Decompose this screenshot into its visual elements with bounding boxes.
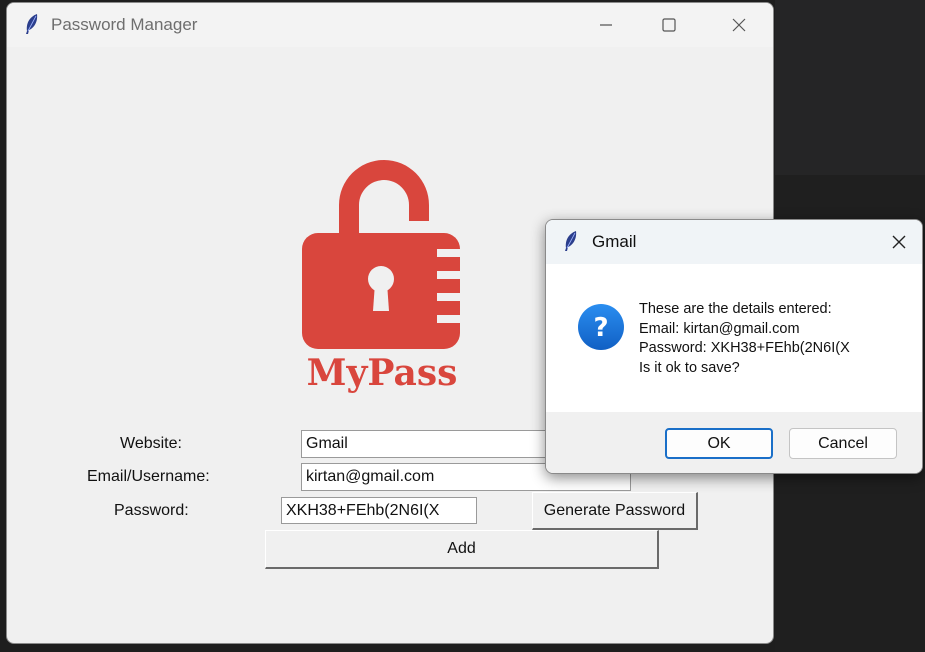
message-line: Email: kirtan@gmail.com bbox=[639, 320, 800, 337]
mypass-logo: MyPass bbox=[302, 160, 460, 393]
minimize-icon bbox=[600, 24, 612, 26]
website-label: Website: bbox=[120, 435, 182, 452]
background-editor-panel bbox=[775, 0, 925, 175]
password-label: Password: bbox=[114, 502, 189, 519]
cancel-button[interactable]: Cancel bbox=[789, 428, 897, 459]
main-window-title: Password Manager bbox=[51, 15, 198, 34]
maximize-icon bbox=[662, 18, 676, 32]
message-line: These are the details entered: bbox=[639, 301, 832, 317]
dialog-titlebar[interactable]: Gmail bbox=[546, 220, 922, 264]
logo-text: MyPass bbox=[307, 352, 458, 393]
generate-password-button[interactable]: Generate Password bbox=[532, 492, 698, 530]
dialog-close-button[interactable] bbox=[876, 220, 922, 264]
keyhole-bottom bbox=[373, 283, 389, 311]
feather-icon bbox=[565, 231, 577, 251]
svg-text:?: ? bbox=[593, 313, 608, 343]
add-button[interactable]: Add bbox=[265, 530, 659, 569]
lock-shackle bbox=[339, 160, 429, 238]
close-button[interactable] bbox=[716, 3, 762, 47]
password-input[interactable] bbox=[281, 497, 477, 524]
message-line: Is it ok to save? bbox=[639, 359, 740, 376]
main-titlebar[interactable]: Password Manager bbox=[7, 3, 773, 47]
message-line: Password: XKH38+FEhb(2N6I(X bbox=[639, 340, 850, 356]
close-icon bbox=[732, 18, 746, 32]
dialog-message: These are the details entered: Email: ki… bbox=[639, 300, 850, 378]
question-icon: ? bbox=[578, 304, 624, 350]
dialog-footer: OK Cancel bbox=[546, 412, 922, 473]
email-label: Email/Username: bbox=[87, 468, 210, 485]
minimize-button[interactable] bbox=[583, 3, 629, 47]
maximize-button[interactable] bbox=[646, 3, 692, 47]
confirm-dialog: Gmail ? These are the details entered: E… bbox=[545, 219, 923, 474]
close-icon bbox=[892, 235, 906, 249]
ok-button[interactable]: OK bbox=[665, 428, 773, 459]
dialog-title: Gmail bbox=[592, 232, 637, 251]
feather-icon bbox=[26, 14, 38, 34]
